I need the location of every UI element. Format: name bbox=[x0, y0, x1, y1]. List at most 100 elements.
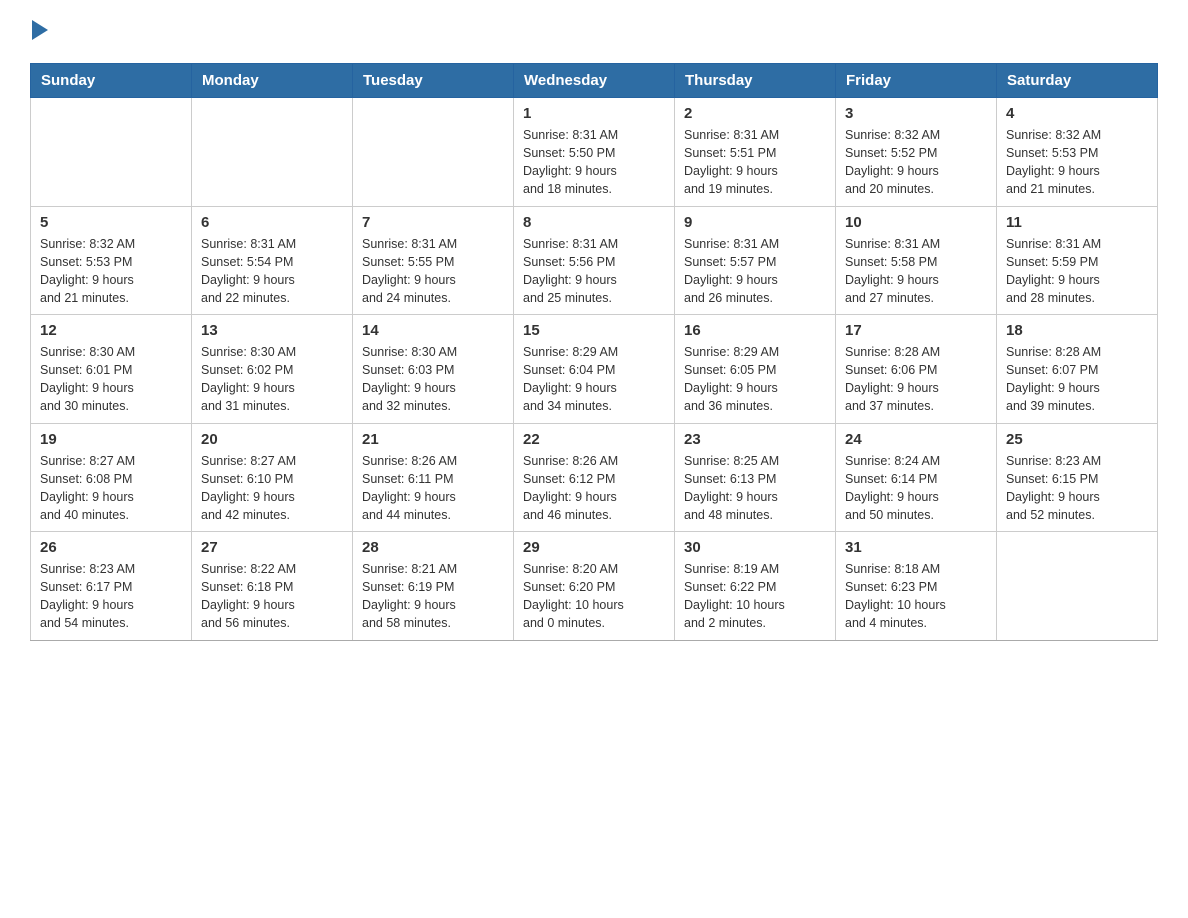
day-number: 23 bbox=[684, 431, 826, 448]
calendar-cell-w3-d1: 12 Sunrise: 8:30 AM Sunset: 6:01 PM Dayli… bbox=[31, 315, 192, 424]
day-number: 4 bbox=[1006, 105, 1148, 122]
day-number: 2 bbox=[684, 105, 826, 122]
day-number: 22 bbox=[523, 431, 665, 448]
logo-block bbox=[30, 20, 48, 47]
calendar-week-4: 19 Sunrise: 8:27 AM Sunset: 6:08 PM Dayli… bbox=[31, 423, 1158, 532]
calendar-cell-w4-d5: 23 Sunrise: 8:25 AM Sunset: 6:13 PM Dayli… bbox=[675, 423, 836, 532]
day-number: 1 bbox=[523, 105, 665, 122]
calendar-cell-w5-d1: 26 Sunrise: 8:23 AM Sunset: 6:17 PM Dayli… bbox=[31, 532, 192, 641]
calendar-table: SundayMondayTuesdayWednesdayThursdayFrid… bbox=[30, 63, 1158, 641]
calendar-cell-w3-d5: 16 Sunrise: 8:29 AM Sunset: 6:05 PM Dayli… bbox=[675, 315, 836, 424]
day-number: 9 bbox=[684, 214, 826, 231]
calendar-week-5: 26 Sunrise: 8:23 AM Sunset: 6:17 PM Dayli… bbox=[31, 532, 1158, 641]
calendar-cell-w5-d3: 28 Sunrise: 8:21 AM Sunset: 6:19 PM Dayli… bbox=[353, 532, 514, 641]
day-info: Sunrise: 8:31 AM Sunset: 5:55 PM Dayligh… bbox=[362, 235, 504, 308]
day-info: Sunrise: 8:31 AM Sunset: 5:56 PM Dayligh… bbox=[523, 235, 665, 308]
day-info: Sunrise: 8:20 AM Sunset: 6:20 PM Dayligh… bbox=[523, 560, 665, 633]
calendar-cell-w2-d5: 9 Sunrise: 8:31 AM Sunset: 5:57 PM Daylig… bbox=[675, 206, 836, 315]
calendar-cell-w4-d6: 24 Sunrise: 8:24 AM Sunset: 6:14 PM Dayli… bbox=[836, 423, 997, 532]
calendar-cell-w4-d2: 20 Sunrise: 8:27 AM Sunset: 6:10 PM Dayli… bbox=[192, 423, 353, 532]
day-info: Sunrise: 8:32 AM Sunset: 5:53 PM Dayligh… bbox=[1006, 126, 1148, 199]
day-number: 26 bbox=[40, 539, 182, 556]
weekday-header-monday: Monday bbox=[192, 64, 353, 98]
calendar-header: SundayMondayTuesdayWednesdayThursdayFrid… bbox=[31, 64, 1158, 98]
day-number: 10 bbox=[845, 214, 987, 231]
day-info: Sunrise: 8:31 AM Sunset: 5:57 PM Dayligh… bbox=[684, 235, 826, 308]
calendar-cell-w3-d4: 15Sunrise: 8:29 AM Sunset: 6:04 PM Dayli… bbox=[514, 315, 675, 424]
day-info: Sunrise: 8:26 AM Sunset: 6:11 PM Dayligh… bbox=[362, 452, 504, 525]
day-info: Sunrise: 8:31 AM Sunset: 5:50 PM Dayligh… bbox=[523, 126, 665, 199]
calendar-cell-w5-d7 bbox=[997, 532, 1158, 641]
calendar-body: 1 Sunrise: 8:31 AM Sunset: 5:50 PM Daylig… bbox=[31, 98, 1158, 641]
day-number: 14 bbox=[362, 322, 504, 339]
day-number: 20 bbox=[201, 431, 343, 448]
day-number: 13 bbox=[201, 322, 343, 339]
day-info: Sunrise: 8:28 AM Sunset: 6:06 PM Dayligh… bbox=[845, 343, 987, 416]
day-info: Sunrise: 8:23 AM Sunset: 6:15 PM Dayligh… bbox=[1006, 452, 1148, 525]
calendar-cell-w1-d3 bbox=[353, 98, 514, 207]
calendar-week-2: 5 Sunrise: 8:32 AM Sunset: 5:53 PM Daylig… bbox=[31, 206, 1158, 315]
day-number: 6 bbox=[201, 214, 343, 231]
header bbox=[30, 20, 1158, 47]
day-number: 18 bbox=[1006, 322, 1148, 339]
calendar-cell-w1-d4: 1 Sunrise: 8:31 AM Sunset: 5:50 PM Daylig… bbox=[514, 98, 675, 207]
calendar-cell-w2-d6: 10 Sunrise: 8:31 AM Sunset: 5:58 PM Dayli… bbox=[836, 206, 997, 315]
day-number: 16 bbox=[684, 322, 826, 339]
day-info: Sunrise: 8:30 AM Sunset: 6:01 PM Dayligh… bbox=[40, 343, 182, 416]
day-number: 31 bbox=[845, 539, 987, 556]
day-number: 17 bbox=[845, 322, 987, 339]
day-info: Sunrise: 8:19 AM Sunset: 6:22 PM Dayligh… bbox=[684, 560, 826, 633]
day-number: 28 bbox=[362, 539, 504, 556]
weekday-header-thursday: Thursday bbox=[675, 64, 836, 98]
calendar-cell-w5-d5: 30 Sunrise: 8:19 AM Sunset: 6:22 PM Dayli… bbox=[675, 532, 836, 641]
day-number: 7 bbox=[362, 214, 504, 231]
day-info: Sunrise: 8:30 AM Sunset: 6:03 PM Dayligh… bbox=[362, 343, 504, 416]
day-info: Sunrise: 8:32 AM Sunset: 5:53 PM Dayligh… bbox=[40, 235, 182, 308]
calendar-week-3: 12 Sunrise: 8:30 AM Sunset: 6:01 PM Dayli… bbox=[31, 315, 1158, 424]
calendar-cell-w2-d4: 8 Sunrise: 8:31 AM Sunset: 5:56 PM Daylig… bbox=[514, 206, 675, 315]
calendar-cell-w4-d4: 22Sunrise: 8:26 AM Sunset: 6:12 PM Dayli… bbox=[514, 423, 675, 532]
calendar-cell-w3-d6: 17 Sunrise: 8:28 AM Sunset: 6:06 PM Dayli… bbox=[836, 315, 997, 424]
day-info: Sunrise: 8:29 AM Sunset: 6:05 PM Dayligh… bbox=[684, 343, 826, 416]
weekday-header-saturday: Saturday bbox=[997, 64, 1158, 98]
day-info: Sunrise: 8:27 AM Sunset: 6:08 PM Dayligh… bbox=[40, 452, 182, 525]
day-number: 3 bbox=[845, 105, 987, 122]
day-info: Sunrise: 8:27 AM Sunset: 6:10 PM Dayligh… bbox=[201, 452, 343, 525]
day-info: Sunrise: 8:24 AM Sunset: 6:14 PM Dayligh… bbox=[845, 452, 987, 525]
day-info: Sunrise: 8:32 AM Sunset: 5:52 PM Dayligh… bbox=[845, 126, 987, 199]
day-info: Sunrise: 8:31 AM Sunset: 5:58 PM Dayligh… bbox=[845, 235, 987, 308]
calendar-cell-w1-d5: 2Sunrise: 8:31 AM Sunset: 5:51 PM Daylig… bbox=[675, 98, 836, 207]
calendar-cell-w1-d2 bbox=[192, 98, 353, 207]
day-number: 24 bbox=[845, 431, 987, 448]
day-number: 8 bbox=[523, 214, 665, 231]
calendar-cell-w2-d7: 11 Sunrise: 8:31 AM Sunset: 5:59 PM Dayli… bbox=[997, 206, 1158, 315]
calendar-cell-w3-d2: 13Sunrise: 8:30 AM Sunset: 6:02 PM Dayli… bbox=[192, 315, 353, 424]
logo bbox=[30, 20, 48, 47]
day-number: 11 bbox=[1006, 214, 1148, 231]
day-info: Sunrise: 8:18 AM Sunset: 6:23 PM Dayligh… bbox=[845, 560, 987, 633]
calendar-cell-w4-d3: 21Sunrise: 8:26 AM Sunset: 6:11 PM Dayli… bbox=[353, 423, 514, 532]
day-number: 27 bbox=[201, 539, 343, 556]
day-info: Sunrise: 8:25 AM Sunset: 6:13 PM Dayligh… bbox=[684, 452, 826, 525]
weekday-header-wednesday: Wednesday bbox=[514, 64, 675, 98]
logo-triangle-icon bbox=[32, 20, 48, 40]
calendar-cell-w2-d2: 6Sunrise: 8:31 AM Sunset: 5:54 PM Daylig… bbox=[192, 206, 353, 315]
calendar-cell-w5-d6: 31 Sunrise: 8:18 AM Sunset: 6:23 PM Dayli… bbox=[836, 532, 997, 641]
day-number: 19 bbox=[40, 431, 182, 448]
day-info: Sunrise: 8:28 AM Sunset: 6:07 PM Dayligh… bbox=[1006, 343, 1148, 416]
calendar-cell-w5-d4: 29Sunrise: 8:20 AM Sunset: 6:20 PM Dayli… bbox=[514, 532, 675, 641]
day-info: Sunrise: 8:22 AM Sunset: 6:18 PM Dayligh… bbox=[201, 560, 343, 633]
day-number: 25 bbox=[1006, 431, 1148, 448]
day-info: Sunrise: 8:21 AM Sunset: 6:19 PM Dayligh… bbox=[362, 560, 504, 633]
weekday-header-tuesday: Tuesday bbox=[353, 64, 514, 98]
calendar-cell-w4-d1: 19 Sunrise: 8:27 AM Sunset: 6:08 PM Dayli… bbox=[31, 423, 192, 532]
day-info: Sunrise: 8:31 AM Sunset: 5:59 PM Dayligh… bbox=[1006, 235, 1148, 308]
day-number: 12 bbox=[40, 322, 182, 339]
weekday-header-friday: Friday bbox=[836, 64, 997, 98]
day-info: Sunrise: 8:23 AM Sunset: 6:17 PM Dayligh… bbox=[40, 560, 182, 633]
calendar-cell-w4-d7: 25 Sunrise: 8:23 AM Sunset: 6:15 PM Dayli… bbox=[997, 423, 1158, 532]
calendar-cell-w5-d2: 27 Sunrise: 8:22 AM Sunset: 6:18 PM Dayli… bbox=[192, 532, 353, 641]
calendar-cell-w2-d1: 5 Sunrise: 8:32 AM Sunset: 5:53 PM Daylig… bbox=[31, 206, 192, 315]
day-number: 30 bbox=[684, 539, 826, 556]
day-number: 5 bbox=[40, 214, 182, 231]
